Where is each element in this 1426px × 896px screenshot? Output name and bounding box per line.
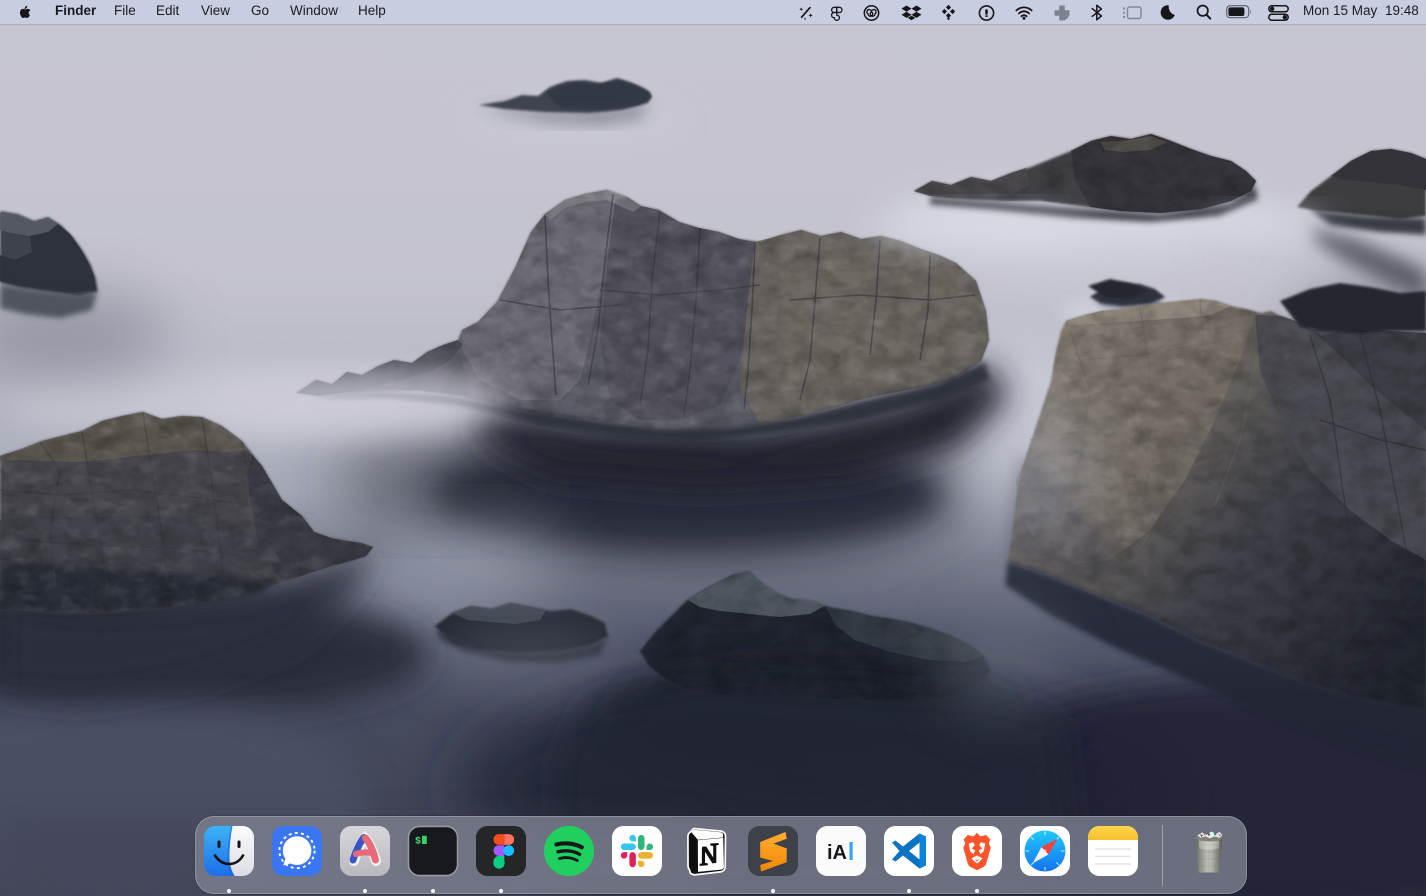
svg-text:iA: iA xyxy=(827,842,847,864)
svg-text:$: $ xyxy=(415,836,421,848)
